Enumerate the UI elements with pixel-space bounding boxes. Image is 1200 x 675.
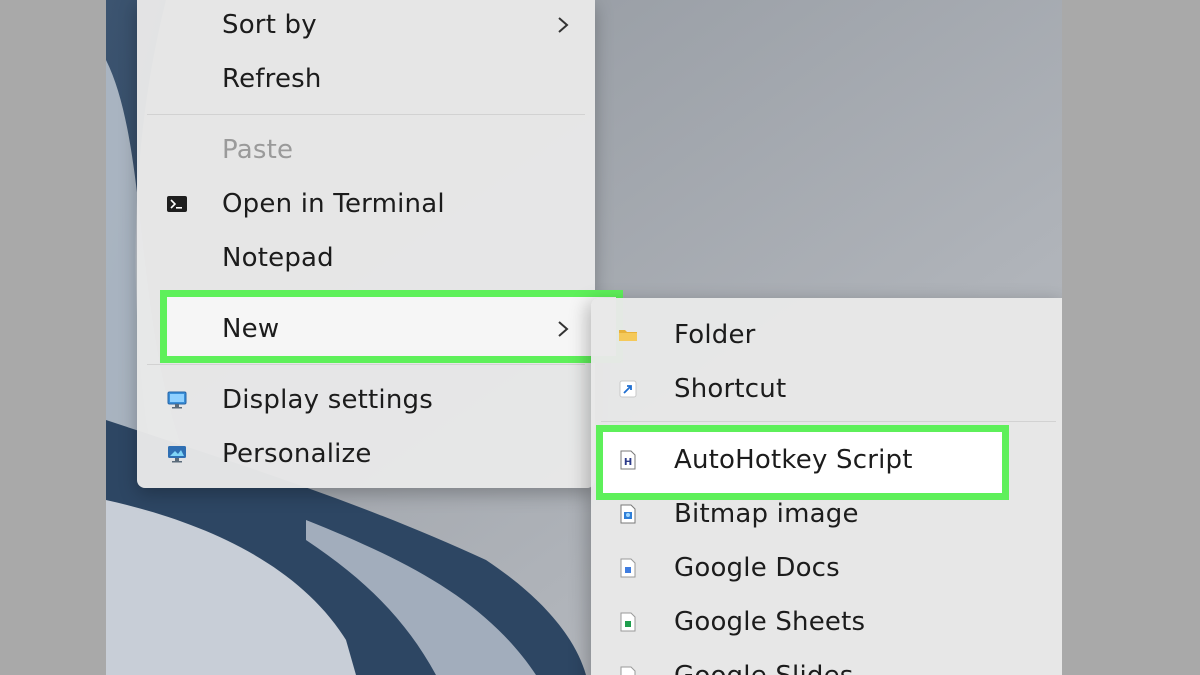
menu-item-label: Sort by — [222, 10, 317, 40]
bitmap-file-icon — [618, 504, 638, 524]
desktop-context-menu: Sort by Refresh Paste Open in Terminal N… — [137, 0, 623, 488]
menu-item-notepad[interactable]: Notepad — [137, 231, 595, 285]
submenu-item-label: Google Sheets — [674, 607, 866, 637]
submenu-item-google-docs[interactable]: Google Docs — [591, 541, 1062, 595]
submenu-item-label: Google Slides — [674, 661, 854, 675]
menu-item-label: Refresh — [222, 64, 322, 94]
submenu-item-shortcut[interactable]: Shortcut — [591, 362, 1062, 416]
menu-item-label: New — [222, 314, 280, 344]
menu-item-label: Notepad — [222, 243, 334, 273]
autohotkey-file-icon: H — [618, 450, 638, 470]
submenu-item-autohotkey-script[interactable]: H AutoHotkey Script — [591, 433, 1062, 487]
folder-icon — [618, 325, 638, 345]
menu-item-label: Open in Terminal — [222, 189, 445, 219]
submenu-item-label: Google Docs — [674, 553, 840, 583]
menu-item-label: Personalize — [222, 439, 372, 469]
submenu-item-google-sheets[interactable]: Google Sheets — [591, 595, 1062, 649]
new-submenu: Folder Shortcut H AutoHotkey Script Bitm… — [591, 298, 1062, 675]
menu-item-paste: Paste — [137, 123, 595, 177]
menu-item-refresh[interactable]: Refresh — [137, 52, 595, 106]
chevron-right-icon — [558, 321, 569, 337]
submenu-item-bitmap-image[interactable]: Bitmap image — [591, 487, 1062, 541]
menu-item-new[interactable]: New — [137, 302, 595, 356]
google-slides-icon — [618, 666, 638, 675]
menu-separator — [147, 114, 585, 115]
shortcut-icon — [618, 379, 638, 399]
chevron-right-icon — [558, 17, 569, 33]
google-docs-icon — [618, 558, 638, 578]
menu-item-sort-by[interactable]: Sort by — [137, 0, 595, 52]
submenu-item-label: AutoHotkey Script — [674, 445, 913, 475]
submenu-item-label: Shortcut — [674, 374, 787, 404]
submenu-item-google-slides[interactable]: Google Slides — [591, 649, 1062, 675]
desktop-frame: Sort by Refresh Paste Open in Terminal N… — [106, 0, 1062, 675]
menu-item-display-settings[interactable]: Display settings — [137, 373, 595, 427]
personalize-icon — [167, 444, 187, 464]
menu-separator — [147, 364, 585, 365]
menu-item-label: Paste — [222, 135, 294, 165]
svg-text:H: H — [624, 457, 632, 468]
submenu-item-label: Bitmap image — [674, 499, 859, 529]
submenu-item-folder[interactable]: Folder — [591, 308, 1062, 362]
menu-item-label: Display settings — [222, 385, 433, 415]
menu-item-personalize[interactable]: Personalize — [137, 427, 595, 481]
display-icon — [167, 390, 187, 410]
google-sheets-icon — [618, 612, 638, 632]
submenu-item-label: Folder — [674, 320, 756, 350]
menu-item-open-in-terminal[interactable]: Open in Terminal — [137, 177, 595, 231]
menu-separator — [601, 421, 1056, 422]
terminal-icon — [167, 194, 187, 214]
